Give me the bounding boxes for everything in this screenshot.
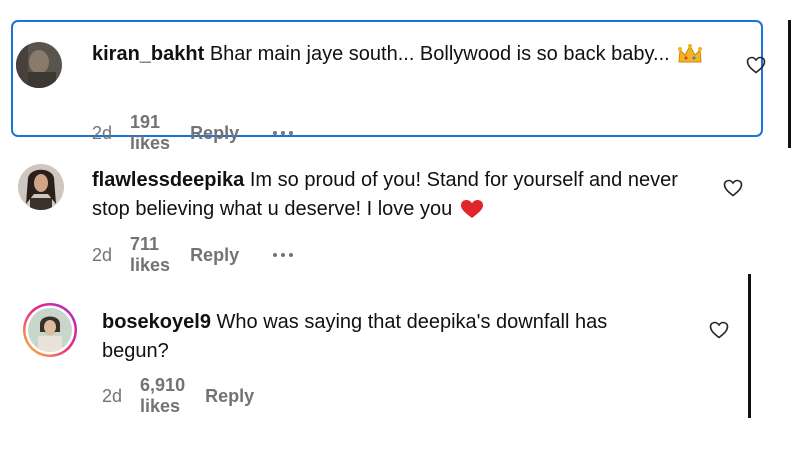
avatar[interactable]	[16, 42, 62, 88]
comment-username[interactable]: bosekoyel9	[102, 311, 211, 333]
like-heart-icon[interactable]	[723, 179, 743, 197]
comment-likes[interactable]: 711 likes	[130, 234, 170, 276]
scrollbar-thumb[interactable]	[748, 274, 751, 418]
comment-text-block: bosekoyel9 Who was saying that deepika's…	[102, 308, 662, 366]
more-options-icon[interactable]	[273, 253, 294, 257]
avatar-story-ring[interactable]	[22, 302, 78, 358]
comment-username[interactable]: kiran_bakht	[92, 43, 204, 65]
comments-panel: kiran_bakht Bhar main jaye south... Boll…	[0, 0, 800, 450]
comment-time[interactable]: 2d	[92, 245, 112, 266]
comment-time[interactable]: 2d	[102, 386, 122, 407]
more-options-icon[interactable]	[273, 131, 294, 135]
like-heart-icon[interactable]	[746, 56, 766, 74]
comment-username[interactable]: flawlessdeepika	[92, 169, 244, 191]
scrollbar-thumb[interactable]	[788, 20, 791, 148]
avatar[interactable]	[18, 164, 64, 210]
comment-likes[interactable]: 191 likes	[130, 112, 170, 154]
comment-body: Bhar main jaye south... Bollywood is so …	[209, 43, 670, 65]
crown-icon	[677, 44, 703, 73]
comment-time[interactable]: 2d	[92, 123, 112, 144]
red-heart-icon	[460, 199, 484, 228]
comment-meta: 2d 6,910 likes Reply	[102, 375, 288, 417]
comment-text-block: flawlessdeepika Im so proud of you! Stan…	[92, 166, 712, 228]
comment-likes[interactable]: 6,910 likes	[140, 375, 185, 417]
comment-meta: 2d 711 likes Reply	[92, 234, 294, 276]
reply-button[interactable]: Reply	[190, 245, 239, 266]
like-heart-icon[interactable]	[709, 321, 729, 339]
reply-button[interactable]: Reply	[190, 123, 239, 144]
comment-text-block: kiran_bakht Bhar main jaye south... Boll…	[92, 40, 712, 73]
comment-meta: 2d 191 likes Reply	[92, 112, 294, 154]
reply-button[interactable]: Reply	[205, 386, 254, 407]
